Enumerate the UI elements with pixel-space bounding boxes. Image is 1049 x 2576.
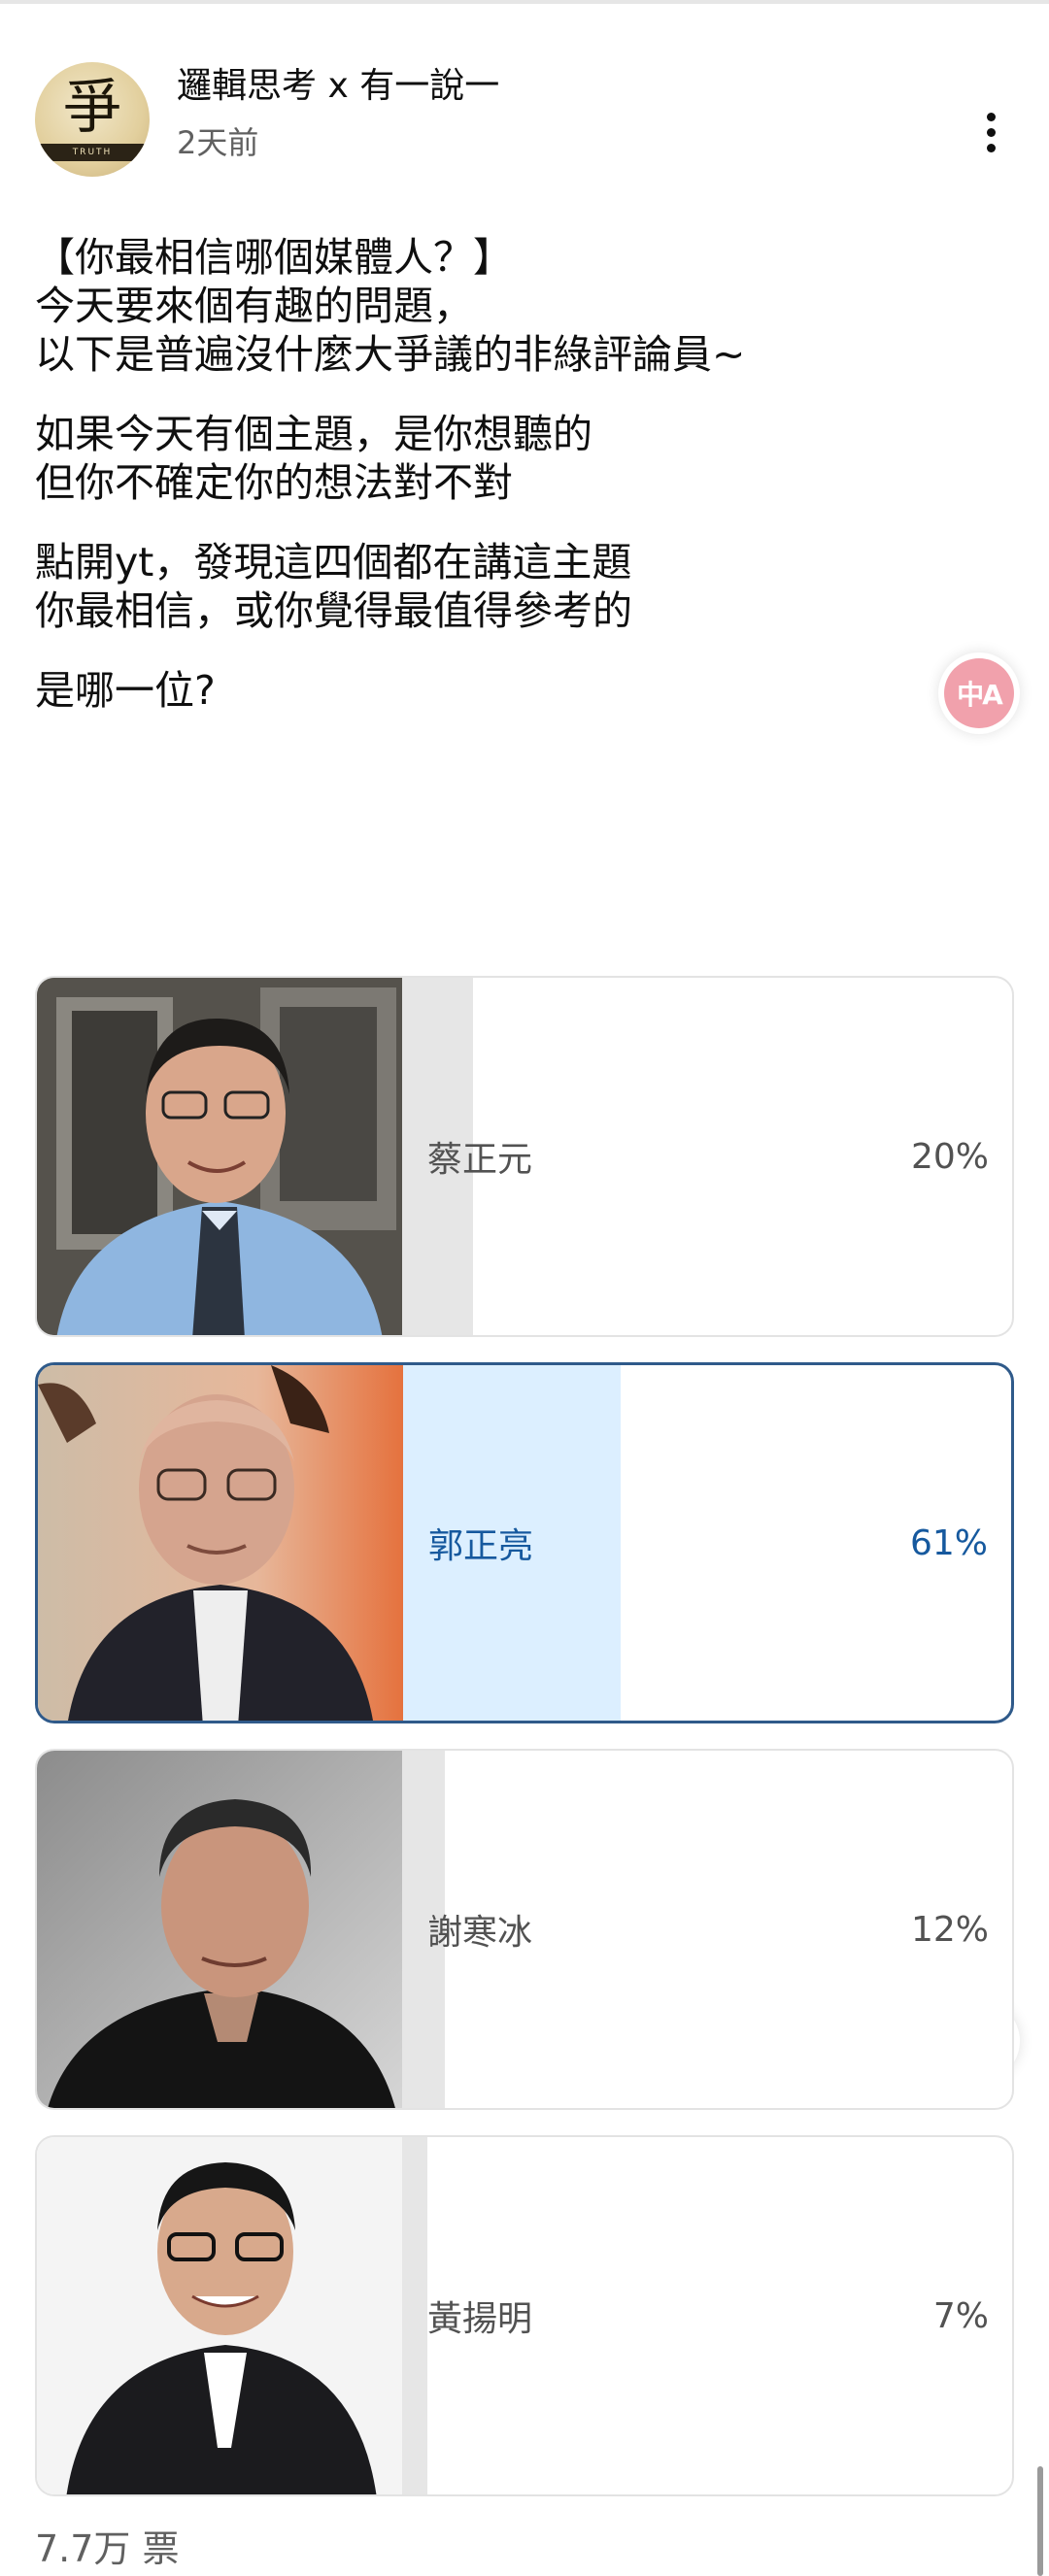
translate-button[interactable]: 中A — [938, 652, 1020, 734]
option-percent: 7% — [932, 2295, 989, 2336]
poll-option[interactable]: 謝寒冰 12% — [35, 1749, 1014, 2110]
avatar-logo-band: TRUTH — [35, 144, 150, 161]
channel-name[interactable]: 邏輯思考 x 有一說一 — [177, 64, 499, 109]
scrollbar[interactable] — [1037, 2466, 1043, 2576]
more-dot — [986, 143, 996, 152]
poll-option[interactable]: 蔡正元 20% — [35, 976, 1014, 1337]
avatar-logo-glyph: 爭 — [63, 74, 121, 142]
post-body: 【你最相信哪個媒體人？】 今天要來個有趣的問題， 以下是普遍沒什麼大爭議的非綠評論員… — [35, 233, 997, 715]
poll: 蔡正元 20% 郭正亮 61% 謝寒冰 12% 黃揚明 7% — [35, 976, 1014, 2522]
candidate-photo — [38, 1365, 403, 1721]
option-percent: 20% — [910, 1136, 989, 1177]
result-bar — [402, 2137, 427, 2494]
option-name: 謝寒冰 — [427, 1913, 533, 1953]
option-name: 黃揚明 — [427, 2299, 533, 2339]
more-dot — [986, 112, 996, 121]
option-percent: 61% — [909, 1522, 988, 1563]
candidate-photo — [37, 978, 402, 1335]
poll-option[interactable]: 黃揚明 7% — [35, 2135, 1014, 2496]
poll-option-selected[interactable]: 郭正亮 61% — [35, 1362, 1014, 1723]
post-text-line: 以下是普遍沒什麼大爭議的非綠評論員~ — [35, 331, 746, 378]
post-text-line: 點開yt，發現這四個都在講這主題 — [35, 539, 632, 585]
candidate-photo — [37, 1751, 402, 2108]
post-text-line: 但你不確定你的想法對不對 — [35, 459, 513, 506]
vote-count: 7.7万 票 — [35, 2527, 180, 2570]
channel-avatar[interactable]: 爭 TRUTH — [35, 62, 150, 177]
post-text-line: 【你最相信哪個媒體人？】 — [35, 234, 513, 281]
option-name: 蔡正元 — [427, 1140, 533, 1180]
candidate-photo — [37, 2137, 402, 2494]
post-header: 爭 TRUTH 邏輯思考 x 有一說一 2天前 — [0, 0, 1049, 194]
post-time: 2天前 — [177, 124, 259, 161]
more-options-icon[interactable] — [967, 101, 1014, 163]
post-text-line: 你最相信，或你覺得最值得參考的 — [35, 587, 632, 634]
translate-icon: 中A — [944, 658, 1014, 728]
post-text-line: 如果今天有個主題，是你想聽的 — [35, 411, 592, 457]
post-text-line: 是哪一位? — [35, 667, 216, 714]
option-name: 郭正亮 — [428, 1526, 534, 1566]
more-dot — [986, 127, 996, 137]
option-percent: 12% — [910, 1909, 989, 1950]
post-text-line: 今天要來個有趣的問題， — [35, 283, 473, 329]
